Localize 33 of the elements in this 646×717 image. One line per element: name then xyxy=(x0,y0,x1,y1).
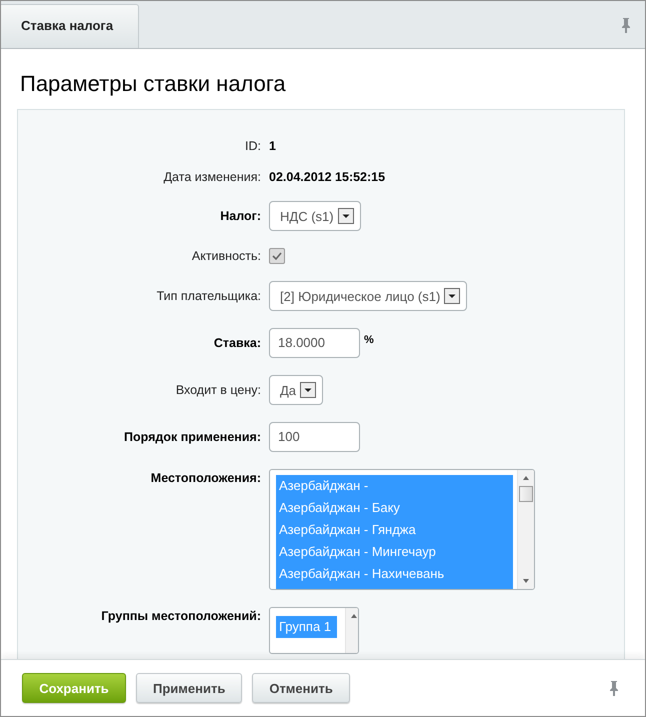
input-field[interactable]: 18.0000 xyxy=(269,328,360,358)
dropdown[interactable]: Да xyxy=(269,375,324,405)
dropdown[interactable]: НДС (s1) xyxy=(269,201,361,231)
field-label: Входит в цену: xyxy=(174,383,261,397)
field-label: Группы местоположений: xyxy=(100,608,261,623)
checkbox[interactable] xyxy=(269,248,285,264)
page-title: Параметры ставки налога xyxy=(20,71,287,97)
button[interactable]: Сохранить xyxy=(22,673,126,703)
field-value: 1 xyxy=(269,139,276,153)
field-label: Порядок применения: xyxy=(123,430,261,444)
pin-icon[interactable] xyxy=(609,680,619,696)
tab[interactable]: Ставка налога xyxy=(1,4,139,48)
field-label: Активность: xyxy=(190,249,261,263)
button[interactable]: Применить xyxy=(136,673,242,703)
list-box[interactable]: Азербайджан - Азербайджан - Баку Азербайджан - Гянджа Азербайджан - Мингечаур Азербайджан - Нахичевань xyxy=(269,469,535,590)
list-box[interactable]: Группа 1 xyxy=(269,607,359,654)
field-label: Ставка: xyxy=(212,336,261,350)
scrollbar[interactable] xyxy=(517,470,534,589)
field-label: Дата изменения: xyxy=(162,170,261,184)
input-field[interactable]: 100 xyxy=(269,422,360,452)
field-label: ID: xyxy=(244,139,261,153)
field-value: 02.04.2012 15:52:15 xyxy=(269,170,386,184)
pin-icon[interactable] xyxy=(621,16,631,32)
unit-label: % xyxy=(364,334,374,346)
field-label: Местоположения: xyxy=(150,470,261,485)
field-label: Тип плательщика: xyxy=(156,289,261,303)
field-label: Налог: xyxy=(219,209,261,223)
scroll-thumb[interactable] xyxy=(519,486,533,502)
scrollbar[interactable] xyxy=(345,608,358,653)
checkmark-icon xyxy=(271,250,283,262)
list-option[interactable]: Группа 1 xyxy=(276,616,337,638)
dropdown[interactable]: [2] Юридическое лицо (s1) xyxy=(269,281,468,311)
button[interactable]: Отменить xyxy=(252,673,350,703)
